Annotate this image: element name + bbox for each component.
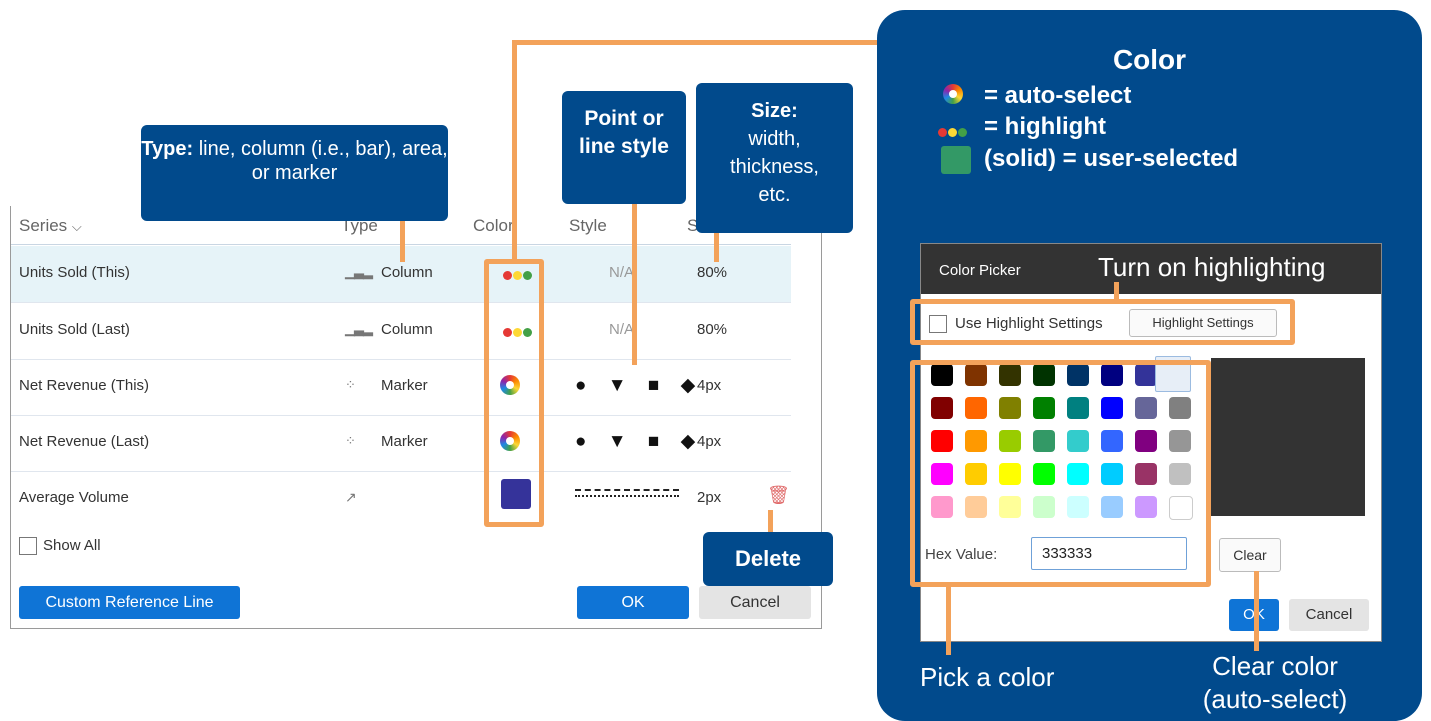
chevron-down-icon[interactable]: ⌵ xyxy=(72,219,82,234)
series-name: Units Sold (This) xyxy=(19,264,130,281)
series-style: N/A xyxy=(609,321,635,338)
series-size[interactable]: 4px xyxy=(697,377,721,394)
table-row[interactable]: Units Sold (Last) ▁▃▂ Column N/A 80% xyxy=(11,303,791,360)
user-selected-legend: (solid) = user-selected xyxy=(984,145,1239,172)
series-name: Units Sold (Last) xyxy=(19,321,130,338)
dotted-line-style[interactable] xyxy=(575,495,679,497)
connector-line xyxy=(512,40,880,45)
series-header-label: Series xyxy=(19,216,68,235)
series-dialog: Series ⌵ Type Color Style Size Units Sol… xyxy=(10,206,822,629)
clear-connector xyxy=(1254,571,1259,651)
series-type[interactable]: Column xyxy=(381,264,433,281)
trash-icon[interactable]: 🗑 xyxy=(767,485,790,506)
style-header: Style xyxy=(569,216,607,235)
series-size[interactable]: 4px xyxy=(697,433,721,450)
column-chart-icon: ▁▃▂ xyxy=(345,321,373,336)
picker-cancel-button[interactable]: Cancel xyxy=(1289,599,1369,631)
highlight-legend: = highlight xyxy=(984,113,1106,140)
marker-chart-icon: ⁘ xyxy=(345,433,356,448)
type-callout-bold: Type: xyxy=(141,138,194,160)
custom-reference-line-button[interactable]: Custom Reference Line xyxy=(19,586,240,619)
series-size[interactable]: 80% xyxy=(697,264,727,281)
turn-on-connector xyxy=(1114,282,1119,302)
dashed-line-style[interactable] xyxy=(575,489,679,493)
highlight-settings-box xyxy=(910,299,1295,345)
clear-color-label: Clear color (auto-select) xyxy=(1202,651,1348,714)
series-type[interactable]: Marker xyxy=(381,433,428,450)
color-header: Color xyxy=(473,216,514,235)
swatch-area-box xyxy=(910,360,1211,587)
series-type[interactable]: Marker xyxy=(381,377,428,394)
pick-connector xyxy=(946,585,951,655)
series-header[interactable]: Series ⌵ xyxy=(19,216,82,236)
table-row[interactable]: Net Revenue (Last) ⁘ Marker ● ▼ ■ ◆ 4px xyxy=(11,415,791,472)
auto-select-legend: = auto-select xyxy=(984,82,1132,109)
marker-chart-icon: ⁘ xyxy=(345,377,356,392)
size-connector xyxy=(714,230,719,262)
delete-callout: Delete xyxy=(703,532,833,586)
line-chart-icon[interactable]: ↗ xyxy=(345,489,357,506)
highlight-icon xyxy=(938,124,968,142)
color-column-highlight-box xyxy=(484,259,544,527)
table-row[interactable]: Average Volume ↗ 2px 🗑 xyxy=(11,471,791,527)
series-type[interactable]: Column xyxy=(381,321,433,338)
color-picker-title: Color Picker xyxy=(939,262,1021,279)
size-callout-text: width, thickness, etc. xyxy=(730,128,819,206)
color-panel-title: Color xyxy=(1112,44,1187,75)
cancel-button[interactable]: Cancel xyxy=(699,586,811,619)
show-all-label: Show All xyxy=(43,537,101,554)
type-connector xyxy=(400,218,405,262)
connector-line xyxy=(512,40,517,260)
series-size[interactable]: 2px xyxy=(697,489,721,506)
series-style: N/A xyxy=(609,264,635,281)
solid-color-swatch xyxy=(941,146,971,174)
series-name: Net Revenue (This) xyxy=(19,377,150,394)
marker-style-options[interactable]: ● ▼ ■ ◆ xyxy=(575,430,703,453)
size-callout: Size: width, thickness, etc. xyxy=(696,83,853,233)
series-size[interactable]: 80% xyxy=(697,321,727,338)
point-style-callout: Point or line style xyxy=(562,91,686,204)
show-all-checkbox[interactable] xyxy=(19,537,37,555)
auto-select-icon xyxy=(943,84,963,104)
turn-on-highlighting-label: Turn on highlighting xyxy=(1098,252,1326,282)
table-row[interactable]: Net Revenue (This) ⁘ Marker ● ▼ ■ ◆ 4px xyxy=(11,359,791,416)
color-preview xyxy=(1211,358,1365,516)
ok-button[interactable]: OK xyxy=(577,586,689,619)
series-name: Average Volume xyxy=(19,489,129,506)
column-chart-icon: ▁▃▂ xyxy=(345,264,373,279)
series-name: Net Revenue (Last) xyxy=(19,433,150,450)
type-callout-text: line, column (i.e., bar), area, or marke… xyxy=(193,138,448,184)
pick-a-color-label: Pick a color xyxy=(920,662,1055,692)
delete-connector xyxy=(768,510,773,534)
marker-style-options[interactable]: ● ▼ ■ ◆ xyxy=(575,374,703,397)
type-callout: Type: line, column (i.e., bar), area, or… xyxy=(141,125,448,221)
size-callout-bold: Size: xyxy=(751,100,798,122)
clear-button[interactable]: Clear xyxy=(1219,538,1281,572)
style-connector xyxy=(632,190,637,365)
